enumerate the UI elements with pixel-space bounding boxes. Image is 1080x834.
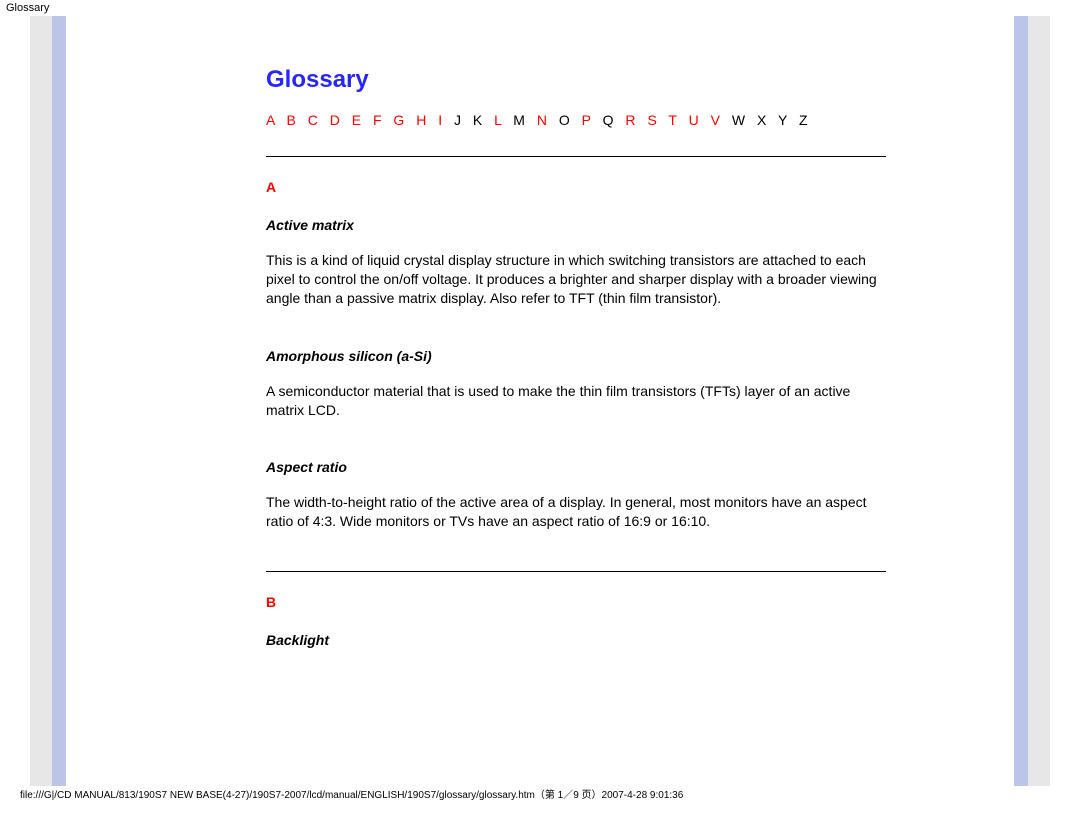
term: Aspect ratio [266, 459, 886, 475]
alpha-letter-m: M [513, 112, 529, 128]
alpha-letter-z: Z [799, 112, 812, 128]
separator [266, 156, 886, 157]
alpha-letter-f[interactable]: F [373, 112, 386, 128]
alpha-letter-h[interactable]: H [416, 112, 430, 128]
alpha-letter-k: K [473, 112, 486, 128]
side-left-stripe [52, 16, 66, 786]
page-title: Glossary [266, 66, 886, 94]
alpha-letter-v[interactable]: V [711, 112, 724, 128]
section-letter-b: B [266, 594, 886, 610]
definition: A semiconductor material that is used to… [266, 382, 886, 420]
alpha-letter-x: X [757, 112, 770, 128]
alpha-letter-d[interactable]: D [330, 112, 344, 128]
top-label: Glossary [0, 0, 1080, 16]
definition: This is a kind of liquid crystal display… [266, 251, 886, 308]
alpha-letter-p[interactable]: P [582, 112, 595, 128]
alpha-letter-q: Q [603, 112, 618, 128]
footer-path: file:///G|/CD MANUAL/813/190S7 NEW BASE(… [0, 786, 1080, 807]
alpha-letter-r[interactable]: R [625, 112, 639, 128]
page-frame: Glossary A B C D E F G H I J K L M N O P… [30, 16, 1050, 786]
page-wrap: Glossary A B C D E F G H I J K L M N O P… [0, 16, 1080, 786]
term: Amorphous silicon (a-Si) [266, 348, 886, 364]
alpha-letter-i[interactable]: I [438, 112, 446, 128]
alpha-letter-w: W [732, 112, 749, 128]
alpha-letter-a[interactable]: A [266, 112, 279, 128]
definition: The width-to-height ratio of the active … [266, 493, 886, 531]
content-inner: Glossary A B C D E F G H I J K L M N O P… [266, 66, 886, 648]
content-area: Glossary A B C D E F G H I J K L M N O P… [66, 16, 1014, 786]
alpha-letter-j: J [454, 112, 465, 128]
separator [266, 571, 886, 572]
section-letter-a: A [266, 179, 886, 195]
alpha-letter-l[interactable]: L [494, 112, 505, 128]
alpha-letter-t[interactable]: T [668, 112, 680, 128]
alpha-letter-c[interactable]: C [308, 112, 322, 128]
alpha-letter-b[interactable]: B [286, 112, 299, 128]
gap-left [30, 16, 52, 786]
alpha-letter-u[interactable]: U [689, 112, 703, 128]
alpha-letter-s[interactable]: S [647, 112, 660, 128]
side-right-stripe [1014, 16, 1028, 786]
alpha-letter-g[interactable]: G [393, 112, 408, 128]
alpha-index: A B C D E F G H I J K L M N O P Q R S T … [266, 112, 886, 128]
alpha-letter-y: Y [778, 112, 791, 128]
alpha-letter-n[interactable]: N [537, 112, 551, 128]
term: Backlight [266, 632, 886, 648]
alpha-letter-e[interactable]: E [352, 112, 365, 128]
alpha-letter-o: O [559, 112, 574, 128]
term: Active matrix [266, 217, 886, 233]
gap-right [1028, 16, 1050, 786]
